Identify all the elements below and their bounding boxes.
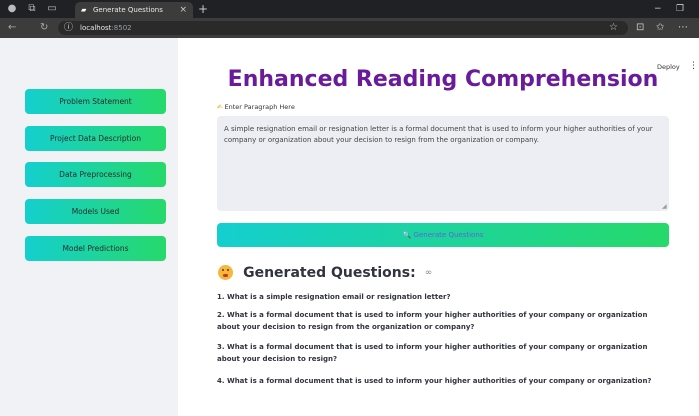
tab-close-icon[interactable]: × [179, 4, 187, 16]
generate-questions-button[interactable]: 🔍 Generate Questions [217, 223, 669, 247]
sidebar-item-model-predictions[interactable]: Model Predictions [25, 236, 166, 261]
pencil-icon: ✍ [217, 103, 223, 111]
question-item: 3. What is a formal document that is use… [217, 343, 648, 363]
browser-address-bar: ← ↻ ⓘ localhost:8502 ☆ ⊡ ✩ ⋯ [0, 18, 699, 38]
question-item: 1. What is a simple resignation email or… [217, 293, 451, 301]
sidebar-item-models-used[interactable]: Models Used [25, 199, 166, 224]
new-tab-button[interactable]: + [198, 2, 208, 16]
favorites-icon[interactable]: ✩ [656, 22, 664, 34]
paragraph-input[interactable]: A simple resignation email or resignatio… [217, 116, 669, 211]
anchor-link-icon[interactable]: ∞ [425, 268, 433, 278]
collections-icon[interactable]: ⧉ [26, 3, 38, 15]
tab-actions-icon[interactable]: ▭ [46, 3, 58, 15]
restore-icon[interactable]: ❐ [676, 2, 684, 16]
thinking-face-icon [218, 265, 233, 280]
reader-icon[interactable]: ⊡ [636, 22, 644, 34]
sidebar: Problem Statement Project Data Descripti… [0, 38, 178, 416]
more-icon[interactable]: ⋯ [678, 22, 688, 34]
question-item: 4. What is a formal document that is use… [217, 377, 652, 385]
page-title: Enhanced Reading Comprehension [227, 68, 659, 92]
sidebar-item-problem-statement[interactable]: Problem Statement [25, 89, 166, 114]
site-info-icon[interactable]: ⓘ [64, 22, 73, 34]
input-label: ✍ Enter Paragraph Here [217, 103, 295, 111]
main-menu-icon[interactable]: ⋮ [689, 60, 698, 72]
favorite-star-icon[interactable]: ☆ [609, 22, 618, 34]
minimize-icon[interactable]: − [654, 2, 662, 16]
refresh-icon[interactable]: ↻ [40, 22, 48, 34]
profile-avatar-icon[interactable]: ● [6, 3, 18, 15]
resize-handle-icon[interactable]: ◢ [662, 204, 667, 210]
url-text: localhost:8502 [80, 24, 132, 32]
back-icon[interactable]: ← [8, 22, 16, 34]
sidebar-item-data-preprocessing[interactable]: Data Preprocessing [25, 162, 166, 187]
magnifier-icon: 🔍 [402, 231, 412, 239]
generated-questions-header: Generated Questions: ∞ [218, 262, 432, 282]
generated-questions-title: Generated Questions: [243, 264, 416, 281]
browser-tab-bar: ● ⧉ ▭ ▰ Generate Questions × + − ❐ [0, 0, 699, 18]
sidebar-item-project-data-description[interactable]: Project Data Description [25, 126, 166, 151]
browser-tab[interactable]: ▰ Generate Questions × [75, 2, 193, 18]
question-item: 2. What is a formal document that is use… [217, 311, 648, 331]
url-field[interactable]: ⓘ localhost:8502 [58, 21, 628, 35]
tab-title: Generate Questions [93, 6, 163, 14]
streamlit-favicon-icon: ▰ [81, 6, 87, 14]
page-viewport: Problem Statement Project Data Descripti… [0, 38, 699, 416]
